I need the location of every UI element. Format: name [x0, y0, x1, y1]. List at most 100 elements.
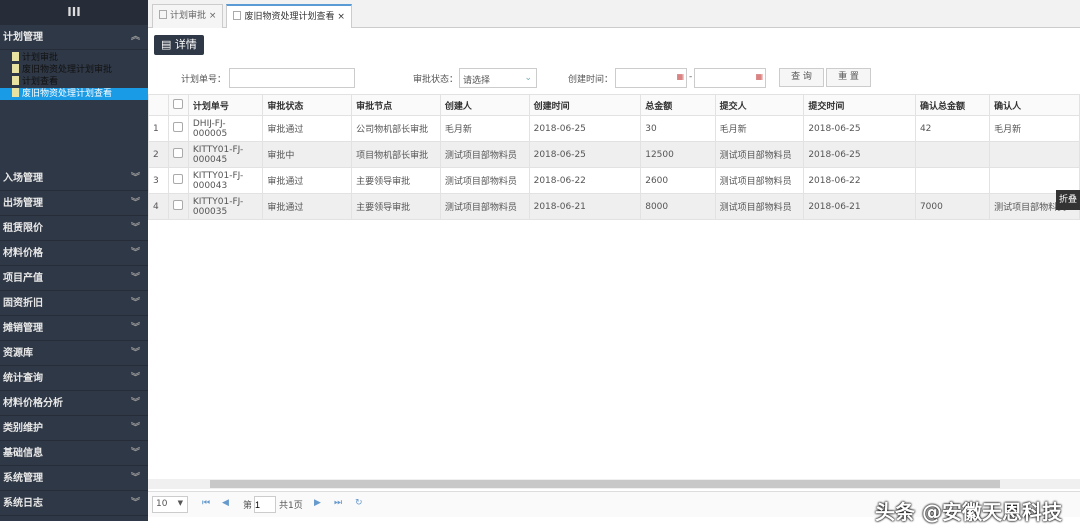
chevron-down-icon: ︾: [130, 498, 140, 508]
reset-button[interactable]: 重 置: [826, 68, 871, 87]
tab-plan-approval[interactable]: 计划审批 ×: [152, 4, 224, 28]
filter-bar: 计划单号： 审批状态： 请选择 ⌄ 创建时间： ▦ - ▦ 查 询 重 置: [148, 66, 1080, 90]
table-cell: 审批通过: [262, 193, 353, 220]
chevron-down-icon: ︾: [130, 248, 140, 258]
row-checkbox[interactable]: [167, 193, 189, 220]
calendar-icon[interactable]: ▦: [755, 72, 763, 81]
group-label: 资源库: [3, 348, 33, 359]
table-cell: 7000: [914, 193, 991, 220]
table-cell: 审批中: [262, 141, 353, 168]
column-header[interactable]: 确认人: [989, 94, 1080, 116]
sidebar-group[interactable]: 统计查询 ︾: [0, 366, 148, 391]
sidebar-group[interactable]: 租赁限价 ︾: [0, 216, 148, 241]
status-select[interactable]: 请选择 ⌄: [459, 68, 537, 88]
detail-button[interactable]: ▤ 详情: [154, 35, 204, 55]
sidebar-group[interactable]: 摊销管理 ︾: [0, 316, 148, 341]
row-checkbox[interactable]: [167, 167, 189, 194]
sidebar-group[interactable]: 系统管理 ︾: [0, 466, 148, 491]
page-size-select[interactable]: 10 ▼: [152, 496, 188, 513]
table-cell: 主要领导审批: [351, 167, 441, 194]
table-row[interactable]: 4 KITTY01-FJ-000035 审批通过 主要领导审批 测试项目部物料员 2018…: [148, 193, 1080, 220]
plan-no-label: 计划单号：: [181, 75, 227, 85]
horizontal-scrollbar[interactable]: [148, 479, 1080, 489]
row-index: 4: [148, 193, 169, 220]
row-checkbox[interactable]: [167, 115, 189, 142]
sidebar-group[interactable]: 固资折旧 ︾: [0, 291, 148, 316]
close-icon[interactable]: ×: [337, 12, 345, 22]
table-row[interactable]: 3 KITTY01-FJ-000043 审批通过 主要领导审批 测试项目部物料员 2018…: [148, 167, 1080, 194]
column-header[interactable]: 审批节点: [351, 94, 441, 116]
column-header[interactable]: 创建时间: [528, 94, 642, 116]
table-cell: DHIJ-FJ-000005: [187, 115, 264, 142]
page-prefix: 第: [243, 501, 253, 511]
chevron-down-icon: ︾: [130, 448, 140, 458]
chevron-down-icon: ⌄: [524, 73, 532, 83]
document-icon: [12, 76, 19, 85]
sidebar-sub-item[interactable]: 计划审批: [0, 52, 148, 64]
last-page-icon[interactable]: ⏭: [334, 498, 342, 508]
chevron-down-icon: ︾: [130, 198, 140, 208]
end-date-input[interactable]: ▦: [694, 68, 766, 88]
row-checkbox[interactable]: [167, 141, 189, 168]
sidebar-sub-item-active[interactable]: 废旧物资处理计划查看: [0, 88, 148, 100]
table-cell: 2600: [640, 167, 716, 194]
sidebar-sub-item[interactable]: 废旧物资处理计划审批: [0, 64, 148, 76]
close-icon[interactable]: ×: [209, 11, 217, 21]
sidebar-group[interactable]: 系统日志 ︾: [0, 491, 148, 516]
column-header[interactable]: 提交时间: [803, 94, 916, 116]
group-label: 固资折旧: [3, 298, 43, 309]
chevron-down-icon: ︾: [130, 173, 140, 183]
fold-button[interactable]: 折叠: [1056, 190, 1080, 210]
column-header[interactable]: 提交人: [714, 94, 805, 116]
next-page-icon[interactable]: ▶: [314, 498, 321, 508]
sidebar-group[interactable]: 项目产值 ︾: [0, 266, 148, 291]
index-header: [148, 94, 169, 116]
plan-no-input[interactable]: [229, 68, 355, 88]
table-cell: 项目物机部长审批: [351, 141, 441, 168]
sidebar-group[interactable]: 资源库 ︾: [0, 341, 148, 366]
group-label: 类别维护: [3, 423, 43, 434]
table-cell: 2018-06-21: [528, 193, 642, 220]
table-cell: 审批通过: [262, 167, 353, 194]
group-label: 材料价格分析: [3, 398, 63, 409]
table-cell: 测试项目部物料员: [714, 141, 805, 168]
tab-waste-plan-view[interactable]: 废旧物资处理计划查看 ×: [226, 4, 352, 28]
sidebar-group[interactable]: 材料价格 ︾: [0, 241, 148, 266]
chevron-down-icon: ︾: [130, 323, 140, 333]
group-label: 材料价格: [3, 248, 43, 259]
sidebar-toggle[interactable]: III: [0, 0, 148, 25]
sidebar-group[interactable]: 基础信息 ︾: [0, 441, 148, 466]
table-row[interactable]: 1 DHIJ-FJ-000005 审批通过 公司物机部长审批 毛月新 2018-06-25…: [148, 115, 1080, 142]
chevron-up-icon: ︽: [130, 32, 140, 42]
sidebar-group[interactable]: 类别维护 ︾: [0, 416, 148, 441]
sidebar-group[interactable]: 出场管理 ︾: [0, 191, 148, 216]
query-button[interactable]: 查 询: [779, 68, 824, 87]
column-header[interactable]: 创建人: [439, 94, 530, 116]
sidebar-group-plan[interactable]: 计划管理 ︽: [0, 25, 148, 50]
column-header[interactable]: 计划单号: [187, 94, 264, 116]
prev-page-icon[interactable]: ◀: [222, 498, 229, 508]
column-header[interactable]: 确认总金额: [914, 94, 991, 116]
page-total: 共1页: [279, 501, 303, 511]
group-label: 入场管理: [3, 173, 43, 184]
page-input[interactable]: [254, 496, 276, 513]
sidebar-sub-item[interactable]: 计划查看: [0, 76, 148, 88]
select-all-checkbox[interactable]: [167, 94, 189, 116]
document-icon: [12, 88, 19, 97]
calendar-icon[interactable]: ▦: [676, 72, 684, 81]
table-cell: 毛月新: [439, 115, 530, 142]
scrollbar-thumb[interactable]: [210, 480, 1000, 488]
table-row[interactable]: 2 KITTY01-FJ-000045 审批中 项目物机部长审批 测试项目部物料员 201…: [148, 141, 1080, 168]
column-header[interactable]: 审批状态: [262, 94, 353, 116]
table-cell: 42: [914, 115, 991, 142]
document-icon: [12, 52, 19, 61]
refresh-icon[interactable]: ↻: [355, 498, 363, 508]
sidebar-group[interactable]: 材料价格分析 ︾: [0, 391, 148, 416]
first-page-icon[interactable]: ⏮: [202, 498, 210, 508]
start-date-input[interactable]: ▦: [615, 68, 687, 88]
column-header[interactable]: 总金额: [640, 94, 716, 116]
sidebar-group[interactable]: 入场管理 ︾: [0, 166, 148, 191]
group-label: 出场管理: [3, 198, 43, 209]
row-index: 1: [148, 115, 169, 142]
chevron-down-icon: ︾: [130, 273, 140, 283]
